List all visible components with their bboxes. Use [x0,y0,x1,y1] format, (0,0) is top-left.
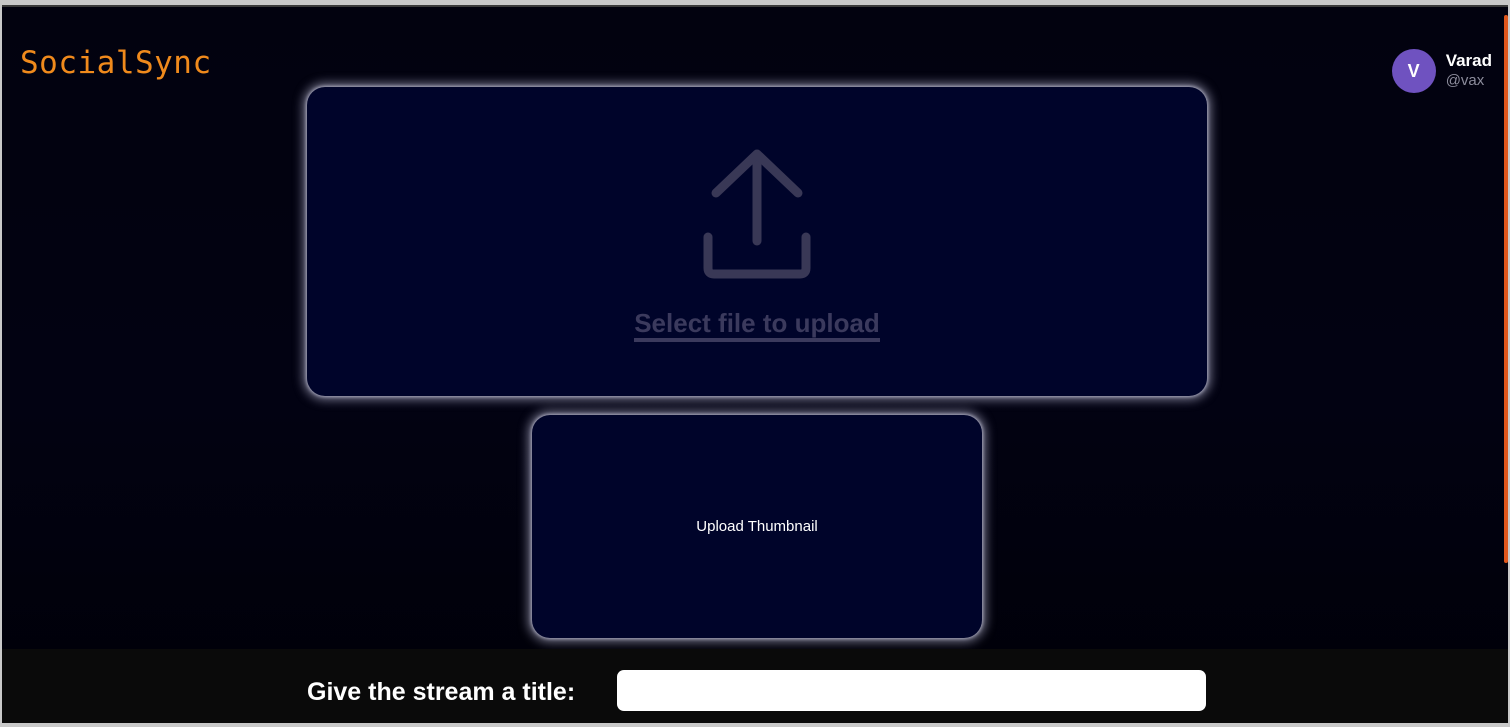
user-profile[interactable]: V Varad @vax [1391,49,1492,93]
upload-thumbnail-label: Upload Thumbnail [696,518,818,535]
user-handle: @vax [1445,72,1485,89]
avatar[interactable]: V [1391,49,1436,93]
select-file-link[interactable]: Select file to upload [634,309,880,342]
stream-title-label: Give the stream a title: [307,678,576,706]
app-window: SocialSync V Varad @vax Select file to u… [2,5,1508,723]
brand-logo[interactable]: SocialSync [20,45,212,81]
stream-title-input[interactable] [617,670,1206,711]
file-upload-dropzone[interactable]: Select file to upload [307,87,1207,396]
user-name: Varad [1445,51,1492,70]
thumbnail-upload-box[interactable]: Upload Thumbnail [532,415,982,638]
user-info: Varad @vax [1446,51,1492,91]
upload-icon [703,149,811,279]
scrollbar[interactable] [1504,15,1508,563]
